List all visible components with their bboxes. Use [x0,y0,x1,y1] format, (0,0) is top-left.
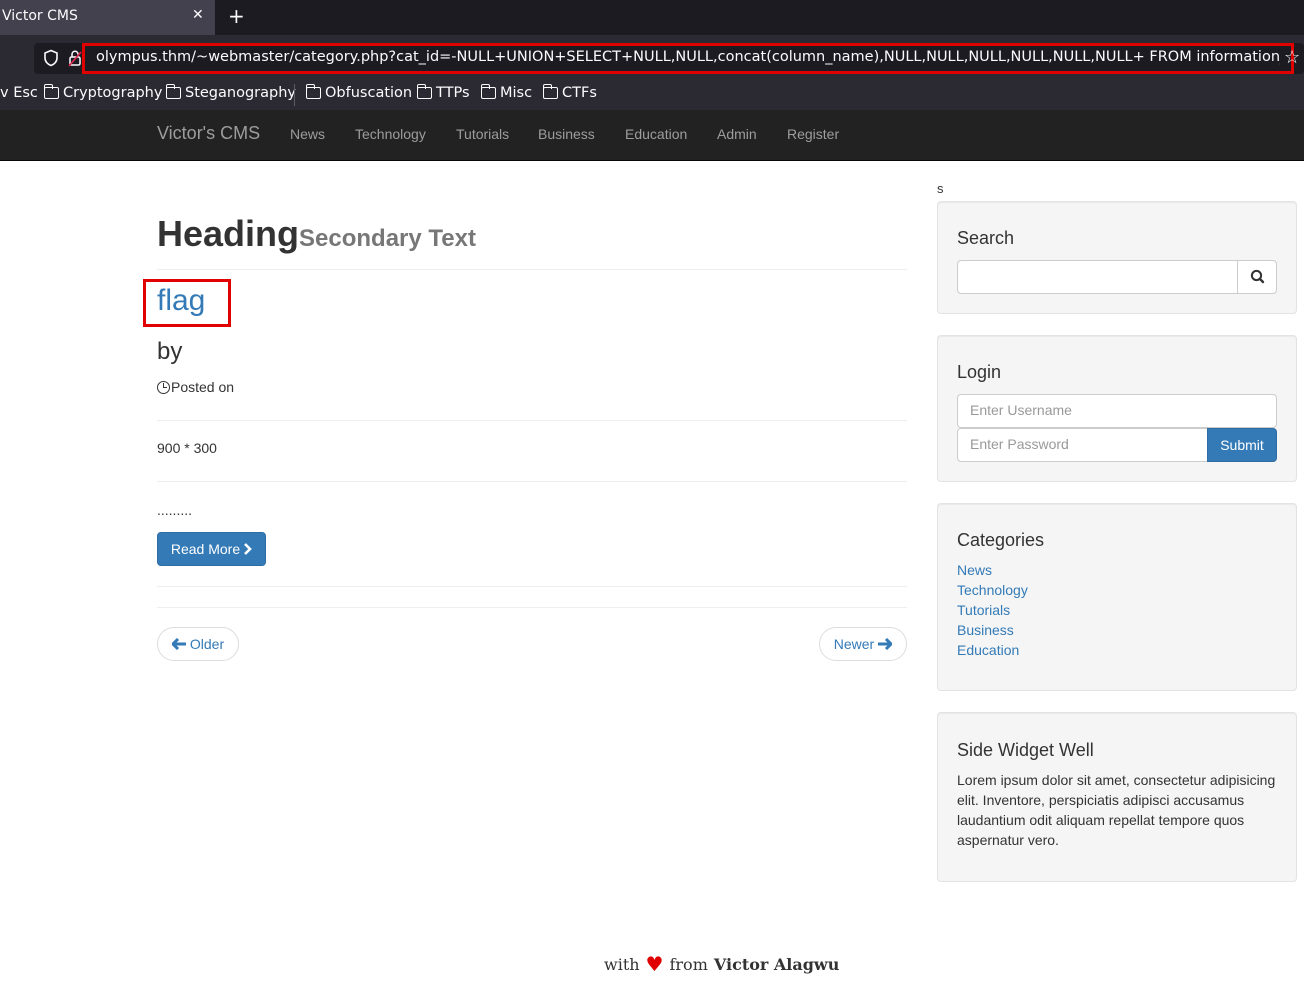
nav-technology[interactable]: Technology [355,126,426,142]
nav-tutorials[interactable]: Tutorials [456,126,509,142]
heading-text: Heading [157,213,300,254]
divider [157,481,907,482]
post-title-highlight-box [143,279,231,327]
nav-education[interactable]: Education [625,126,687,142]
search-input[interactable] [957,260,1238,294]
folder-icon [480,84,496,99]
nav-business[interactable]: Business [538,126,595,142]
bookmark-label: Cryptography [63,85,163,101]
bookmark-folder-steganography[interactable]: Steganography [165,84,296,101]
search-icon [1250,269,1265,284]
read-more-label: Read More [170,541,241,557]
divider [157,269,907,270]
footer-from: from [669,954,708,974]
search-well: Search [937,201,1297,314]
older-button[interactable]: Older [157,627,239,661]
search-button[interactable] [1237,260,1277,294]
folder-icon [542,84,558,99]
nav-news[interactable]: News [290,126,325,142]
site-brand[interactable]: Victor's CMS [157,123,260,144]
shield-icon[interactable] [42,49,60,67]
bookmark-label: TTPs [436,85,470,101]
stray-text: s [937,181,944,196]
nav-admin[interactable]: Admin [717,126,757,142]
read-more-button[interactable]: Read More [157,532,266,566]
heading-secondary: Secondary Text [299,225,476,252]
post-date: Posted on [157,379,234,395]
folder-icon [305,84,321,99]
clock-icon [157,380,170,394]
category-link-technology[interactable]: Technology [957,582,1028,598]
divider [157,420,907,421]
older-label: Older [189,636,225,652]
folder-icon [43,84,59,99]
post-image-placeholder: 900 * 300 [157,440,217,456]
folder-icon [165,84,181,99]
browser-tab-bar: Victor CMS ✕ + [0,0,1304,35]
divider [157,586,907,587]
tab-close-icon[interactable]: ✕ [192,7,204,23]
bookmark-star-icon[interactable]: ☆ [1284,47,1300,68]
password-input[interactable]: Enter Password [957,428,1208,462]
bookmark-folder-ttps[interactable]: TTPs [416,84,470,101]
category-link-education[interactable]: Education [957,642,1019,658]
bookmark-folder-misc[interactable]: Misc [480,84,533,101]
footer-with: with [604,954,640,974]
widget-text: Lorem ipsum dolor sit amet, consectetur … [957,772,1276,848]
arrow-left-icon [171,638,186,650]
bookmark-item[interactable]: v Esc [0,85,38,101]
url-highlight-box [82,43,1294,74]
search-title: Search [957,228,1015,248]
categories-title: Categories [957,530,1045,550]
posted-on-label: Posted on [171,379,235,395]
bookmark-label: Obfuscation [325,85,413,101]
heart-icon: ♥ [645,952,664,976]
bookmark-label: Steganography [185,85,296,101]
category-link-news[interactable]: News [957,562,992,578]
bookmark-separator [294,84,295,106]
category-link-tutorials[interactable]: Tutorials [957,602,1010,618]
bookmark-folder-obfuscation[interactable]: Obfuscation [305,84,413,101]
bookmark-label: Misc [500,85,533,101]
bookmark-folder-ctfs[interactable]: CTFs [542,84,597,101]
widget-title: Side Widget Well [957,740,1094,760]
newer-label: Newer [833,636,875,652]
arrow-right-icon [878,638,893,650]
insecure-lock-icon[interactable] [68,49,82,67]
bookmark-label: CTFs [562,85,597,101]
new-tab-icon[interactable]: + [228,4,245,28]
bookmark-folder-cryptography[interactable]: Cryptography [43,84,163,101]
submit-button[interactable]: Submit [1207,428,1277,462]
tab-title: Victor CMS [2,8,78,24]
divider [157,607,907,608]
login-title: Login [957,362,1002,382]
footer-author: Victor Alagwu [713,954,840,974]
post-author: by [157,338,183,365]
folder-icon [416,84,432,99]
bookmarks-toolbar: v Esc Cryptography Steganography Obfusca… [0,80,1304,110]
username-input[interactable]: Enter Username [957,394,1277,428]
post-excerpt: ......... [157,502,193,518]
category-link-business[interactable]: Business [957,622,1014,638]
page-heading: HeadingSecondary Text [157,213,476,255]
footer: with ♥ from Victor Alagwu [604,952,839,976]
chevron-right-icon [244,543,252,555]
bookmark-label: v Esc [0,85,38,101]
browser-tab[interactable]: Victor CMS ✕ [0,0,215,35]
newer-button[interactable]: Newer [819,627,907,661]
nav-register[interactable]: Register [787,126,839,142]
